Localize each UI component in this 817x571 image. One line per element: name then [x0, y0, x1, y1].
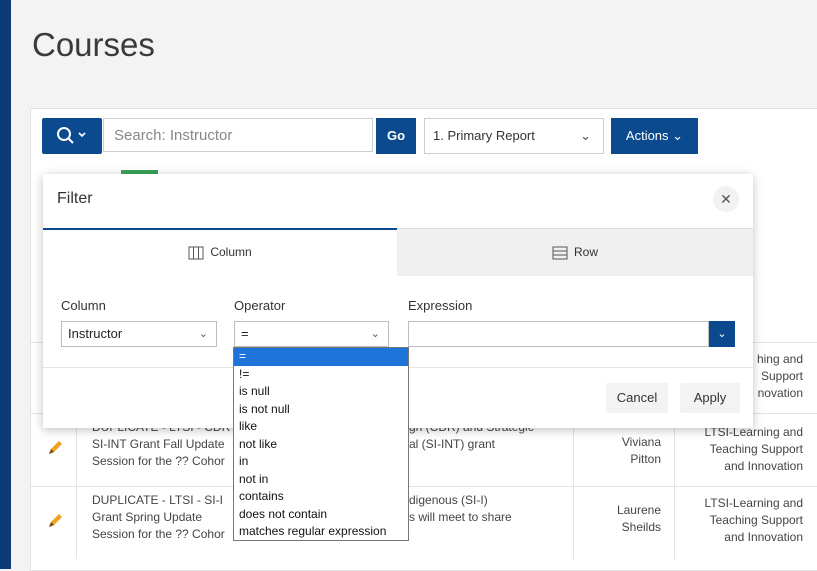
actions-label: Actions — [625, 128, 669, 143]
column-select-value: Instructor — [68, 326, 123, 341]
operator-option[interactable]: matches regular expression — [234, 523, 408, 541]
operator-option[interactable]: not in — [234, 471, 408, 489]
operator-option[interactable]: contains — [234, 488, 408, 506]
page-title: Courses — [32, 26, 155, 63]
expression-input[interactable] — [408, 321, 709, 347]
expression-label: Expression — [408, 298, 473, 313]
operator-option[interactable]: is null — [234, 383, 408, 401]
department-cell: LTSI-Learning and Teaching Support and I… — [704, 425, 803, 473]
apply-button[interactable]: Apply — [680, 383, 740, 413]
description-cell: digenous (SI-I) s will meet to share — [409, 493, 512, 524]
operator-options-list: = != is null is not null like not like i… — [233, 347, 409, 541]
operator-option[interactable]: like — [234, 418, 408, 436]
tab-row[interactable]: Row — [397, 228, 753, 276]
operator-option[interactable]: not like — [234, 436, 408, 454]
report-select[interactable]: 1. Primary Report ⌄ — [424, 118, 604, 154]
operator-select-value: = — [241, 326, 249, 341]
pencil-icon[interactable] — [45, 438, 65, 458]
instructor-cell: Viviana Pitton — [621, 435, 661, 466]
left-accent-bar — [0, 0, 11, 569]
chevron-down-icon: ⌄ — [198, 328, 208, 340]
search-input[interactable]: Search: Instructor — [103, 118, 373, 152]
close-icon[interactable]: ✕ — [713, 186, 739, 212]
search-column-button[interactable] — [42, 118, 102, 154]
operator-label: Operator — [234, 298, 286, 313]
tab-column[interactable]: Column — [43, 228, 397, 276]
instructor-cell: Laurene Sheilds — [616, 503, 661, 534]
chevron-down-icon: ⌄ — [672, 128, 684, 143]
operator-option[interactable]: = — [234, 348, 408, 366]
column-select[interactable]: Instructor ⌄ — [61, 321, 217, 347]
operator-select[interactable]: = ⌄ — [234, 321, 389, 347]
tab-row-label: Row — [573, 245, 598, 259]
operator-option[interactable]: is not null — [234, 401, 408, 419]
operator-option[interactable]: in — [234, 453, 408, 471]
operator-option[interactable]: does not contain — [234, 506, 408, 524]
rows-icon — [552, 246, 568, 260]
report-select-value: 1. Primary Report — [433, 128, 535, 143]
pencil-icon[interactable] — [45, 511, 65, 531]
operator-option[interactable]: != — [234, 366, 408, 384]
chevron-down-icon[interactable]: ⌄ — [709, 321, 735, 347]
department-cell: LTSI-Learning and Teaching Support and I… — [704, 496, 803, 544]
columns-icon — [188, 246, 204, 260]
dialog-title: Filter — [57, 190, 93, 207]
column-label: Column — [61, 298, 106, 313]
tab-column-label: Column — [210, 245, 252, 259]
chevron-down-icon: ⌄ — [580, 128, 591, 143]
actions-button[interactable]: Actions ⌄ — [611, 118, 698, 154]
chevron-down-icon: ⌄ — [370, 328, 380, 340]
table-row: DUPLICATE - LTSI - SI-I Grant Spring Upd… — [31, 486, 817, 559]
go-button[interactable]: Go — [376, 118, 416, 154]
cancel-button[interactable]: Cancel — [606, 383, 668, 413]
search-icon — [57, 127, 86, 144]
